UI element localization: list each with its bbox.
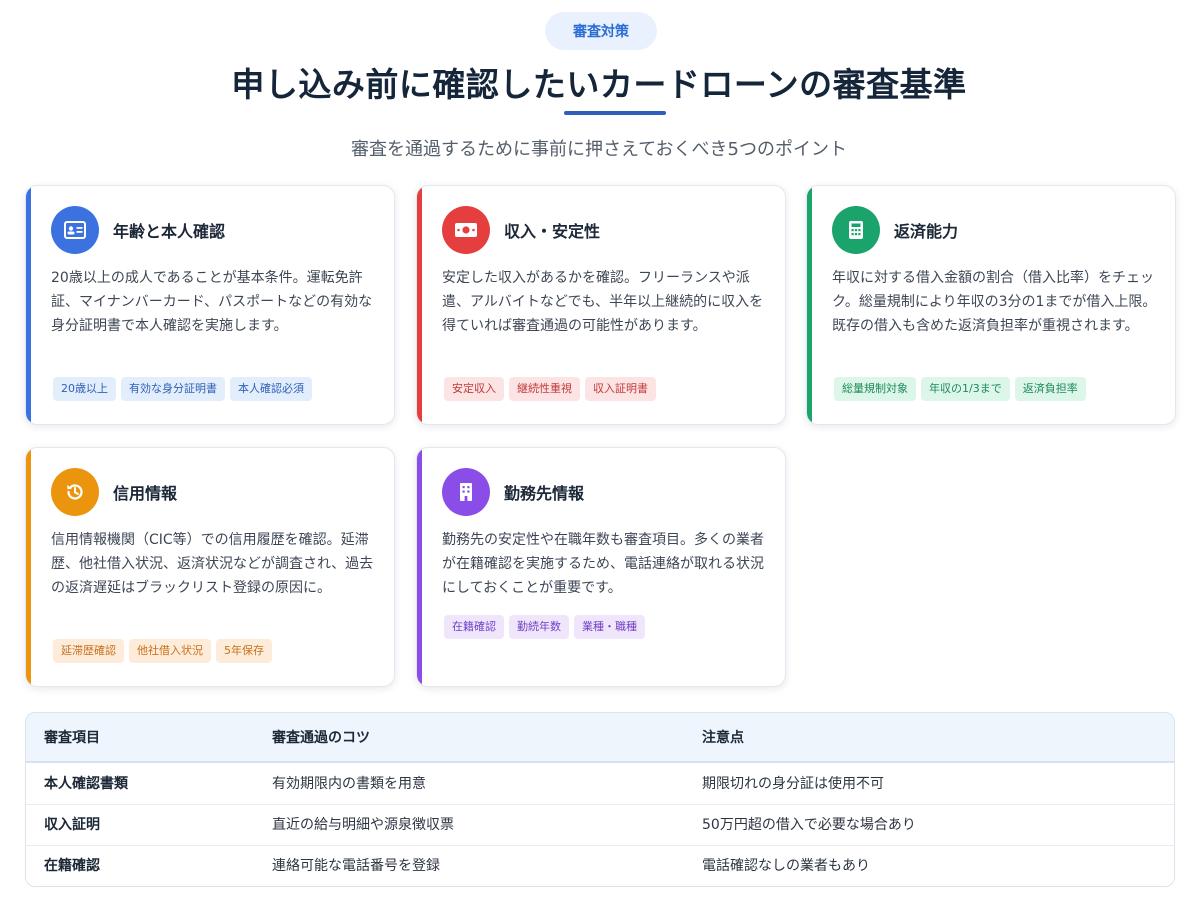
card-title: 勤務先情報 xyxy=(504,484,585,503)
table-row: 収入証明 直近の給与明細や源泉徴収票 50万円超の借入で必要な場合あり xyxy=(26,805,1174,846)
card-accent xyxy=(417,448,422,686)
tag: 業種・職種 xyxy=(574,615,645,639)
table-cell: 有効期限内の書類を用意 xyxy=(272,776,426,792)
card-description: 20歳以上の成人であることが基本条件。運転免許証、マイナンバーカード、パスポート… xyxy=(51,270,373,334)
card-accent xyxy=(26,186,31,424)
section-badge: 審査対策 xyxy=(545,12,657,50)
card-accent xyxy=(417,186,422,424)
table-cell: 期限切れの身分証は使用不可 xyxy=(702,776,884,792)
criteria-card-employer: 勤務先情報 勤務先の安定性や在職年数も審査項目。多くの業者が在籍確認を実施するた… xyxy=(416,447,786,687)
calculator-icon xyxy=(832,206,880,254)
card-description: 年収に対する借入金額の割合（借入比率）をチェック。総量規制により年収の3分の1ま… xyxy=(832,270,1157,334)
tag-list: 20歳以上 有効な身分証明書 本人確認必須 xyxy=(53,377,312,401)
card-description: 安定した収入があるかを確認。フリーランスや派遣、アルバイトなどでも、半年以上継続… xyxy=(442,270,764,334)
card-title: 信用情報 xyxy=(113,484,178,503)
card-title: 返済能力 xyxy=(894,222,959,241)
card-title: 収入・安定性 xyxy=(504,222,601,241)
history-icon xyxy=(51,468,99,516)
tag: 他社借入状況 xyxy=(129,639,211,663)
column-header: 注意点 xyxy=(702,730,744,746)
card-description: 勤務先の安定性や在職年数も審査項目。多くの業者が在籍確認を実施するため、電話連絡… xyxy=(442,532,764,596)
table-row: 在籍確認 連絡可能な電話番号を登録 電話確認なしの業者もあり xyxy=(26,846,1174,886)
tag-list: 延滞歴確認 他社借入状況 5年保存 xyxy=(53,639,272,663)
table-cell: 在籍確認 xyxy=(44,858,100,874)
tag: 本人確認必須 xyxy=(230,377,312,401)
tag-list: 総量規制対象 年収の1/3まで 返済負担率 xyxy=(834,377,1086,401)
table-row: 本人確認書類 有効期限内の書類を用意 期限切れの身分証は使用不可 xyxy=(26,764,1174,805)
card-description: 信用情報機関（CIC等）での信用履歴を確認。延滞歴、他社借入状況、返済状況などが… xyxy=(51,532,374,596)
column-header: 審査通過のコツ xyxy=(272,730,370,746)
tag-list: 在籍確認 勤続年数 業種・職種 xyxy=(444,615,645,639)
criteria-card-income: 収入・安定性 安定した収入があるかを確認。フリーランスや派遣、アルバイトなどでも… xyxy=(416,185,786,425)
table-cell: 電話確認なしの業者もあり xyxy=(702,858,870,874)
tag-list: 安定収入 継続性重視 収入証明書 xyxy=(444,377,656,401)
table-cell: 50万円超の借入で必要な場合あり xyxy=(702,817,916,833)
screening-tips-table: 審査項目 審査通過のコツ 注意点 本人確認書類 有効期限内の書類を用意 期限切れ… xyxy=(25,712,1175,887)
column-header: 審査項目 xyxy=(44,730,100,746)
tag: 5年保存 xyxy=(216,639,272,663)
criteria-card-repayment: 返済能力 年収に対する借入金額の割合（借入比率）をチェック。総量規制により年収の… xyxy=(806,185,1176,425)
table-cell: 連絡可能な電話番号を登録 xyxy=(272,858,440,874)
criteria-card-credit-info: 信用情報 信用情報機関（CIC等）での信用履歴を確認。延滞歴、他社借入状況、返済… xyxy=(25,447,395,687)
tag: 延滞歴確認 xyxy=(53,639,124,663)
tag: 収入証明書 xyxy=(585,377,656,401)
card-title: 年齢と本人確認 xyxy=(113,222,226,241)
tag: 20歳以上 xyxy=(53,377,116,401)
tag: 年収の1/3まで xyxy=(921,377,1010,401)
tag: 有効な身分証明書 xyxy=(121,377,225,401)
criteria-card-age-identity: 年齢と本人確認 20歳以上の成人であることが基本条件。運転免許証、マイナンバーカ… xyxy=(25,185,395,425)
tag: 勤続年数 xyxy=(509,615,569,639)
card-accent xyxy=(26,448,31,686)
tag: 継続性重視 xyxy=(509,377,580,401)
card-accent xyxy=(807,186,812,424)
page-subtitle: 審査を通過するために事前に押さえておくべき5つのポイント xyxy=(350,139,847,160)
tag: 安定収入 xyxy=(444,377,504,401)
tag: 総量規制対象 xyxy=(834,377,916,401)
tag: 在籍確認 xyxy=(444,615,504,639)
table-cell: 収入証明 xyxy=(44,817,100,833)
tag: 返済負担率 xyxy=(1014,377,1086,401)
money-bill-icon xyxy=(442,206,490,254)
building-icon xyxy=(442,468,490,516)
table-header: 審査項目 審査通過のコツ 注意点 xyxy=(26,713,1174,763)
page-title: 申し込み前に確認したいカードローンの審査基準 xyxy=(231,65,967,104)
id-card-icon xyxy=(51,206,99,254)
title-underline xyxy=(564,111,666,115)
table-cell: 本人確認書類 xyxy=(44,776,128,792)
table-cell: 直近の給与明細や源泉徴収票 xyxy=(272,817,454,833)
